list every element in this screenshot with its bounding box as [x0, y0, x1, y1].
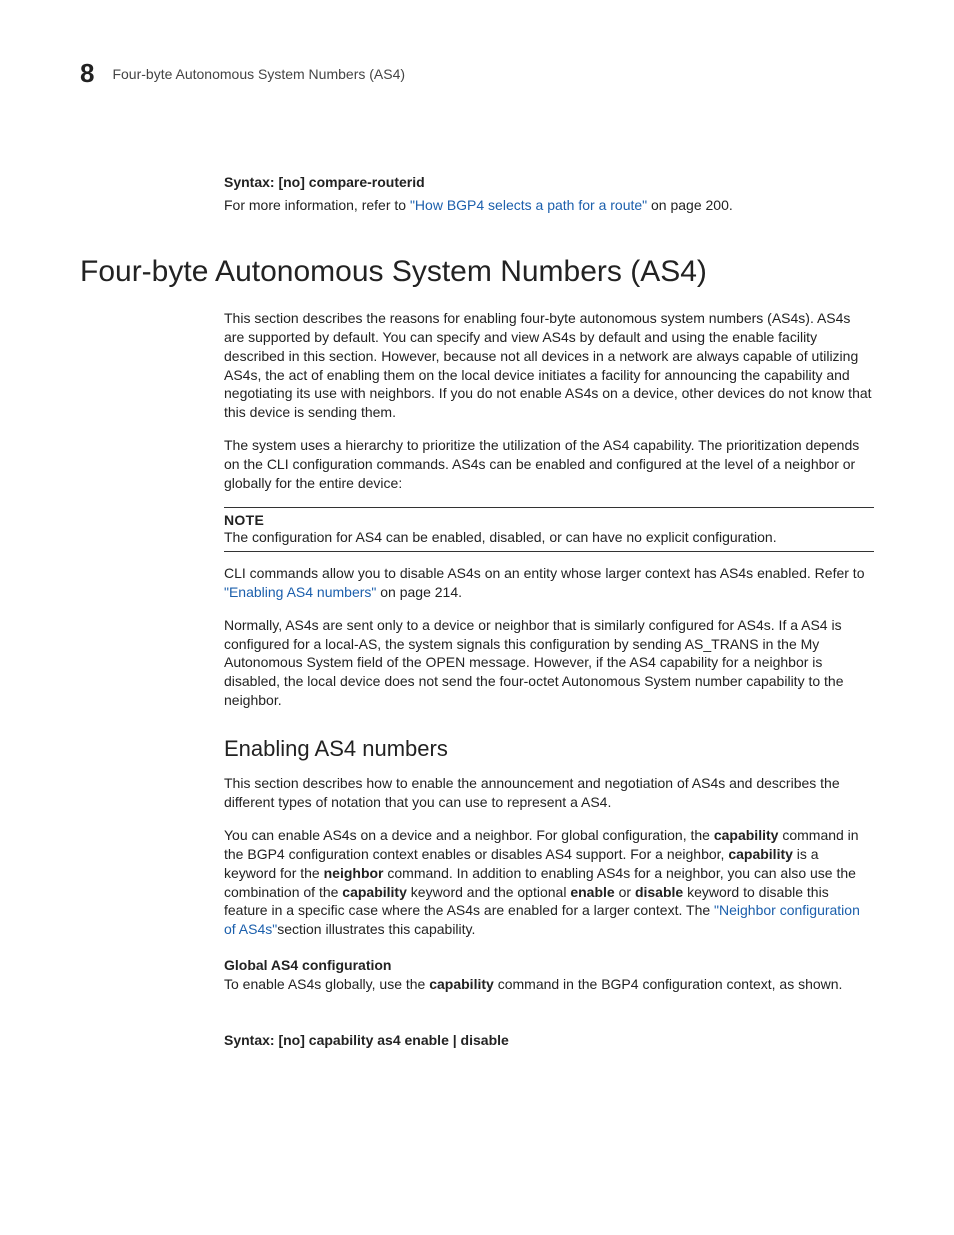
syntax-command: [no] capability as4 enable | disable — [278, 1032, 508, 1048]
syntax-command: [no] compare-routerid — [278, 174, 424, 190]
text-fragment: For more information, refer to — [224, 197, 410, 213]
keyword-capability: capability — [728, 846, 793, 862]
syntax-line-top: Syntax: [no] compare-routerid — [224, 174, 874, 190]
syntax-line-bottom: Syntax: [no] capability as4 enable | dis… — [224, 1032, 874, 1048]
paragraph: You can enable AS4s on a device and a ne… — [224, 826, 874, 939]
keyword-capability: capability — [429, 976, 494, 992]
text-fragment: command in the BGP4 configuration contex… — [494, 976, 843, 992]
syntax-label: Syntax: — [224, 1032, 275, 1048]
paragraph: This section describes the reasons for e… — [224, 309, 874, 422]
paragraph: Normally, AS4s are sent only to a device… — [224, 616, 874, 710]
keyword-disable: disable — [635, 884, 683, 900]
text-fragment: on page 214. — [376, 584, 462, 600]
text-fragment: or — [615, 884, 635, 900]
subsection-heading-enabling-as4: Enabling AS4 numbers — [224, 736, 874, 762]
keyword-enable: enable — [570, 884, 614, 900]
keyword-capability: capability — [714, 827, 779, 843]
note-text: The configuration for AS4 can be enabled… — [224, 529, 777, 545]
document-page: 8 Four-byte Autonomous System Numbers (A… — [0, 0, 954, 1235]
text-fragment: You can enable AS4s on a device and a ne… — [224, 827, 714, 843]
note-block: NOTE The configuration for AS4 can be en… — [224, 507, 874, 552]
text-fragment: keyword and the optional — [407, 884, 570, 900]
paragraph-reference: For more information, refer to "How BGP4… — [224, 196, 874, 215]
section-heading-as4: Four-byte Autonomous System Numbers (AS4… — [80, 255, 874, 289]
paragraph: The system uses a hierarchy to prioritiz… — [224, 436, 874, 493]
syntax-label: Syntax: — [224, 174, 275, 190]
keyword-capability: capability — [342, 884, 407, 900]
keyword-neighbor: neighbor — [324, 865, 384, 881]
cross-reference-link[interactable]: "Enabling AS4 numbers" — [224, 584, 376, 600]
paragraph: To enable AS4s globally, use the capabil… — [224, 975, 874, 994]
spacer — [224, 1008, 874, 1032]
page-content: Syntax: [no] compare-routerid For more i… — [224, 174, 874, 1048]
running-head: Four-byte Autonomous System Numbers (AS4… — [112, 66, 405, 82]
cross-reference-link[interactable]: "How BGP4 selects a path for a route" — [410, 197, 647, 213]
text-fragment: on page 200. — [647, 197, 733, 213]
text-fragment: section illustrates this capability. — [277, 921, 475, 937]
sub-sub-heading-global-as4: Global AS4 configuration — [224, 957, 874, 973]
paragraph: CLI commands allow you to disable AS4s o… — [224, 564, 874, 602]
text-fragment: CLI commands allow you to disable AS4s o… — [224, 565, 864, 581]
page-header: 8 Four-byte Autonomous System Numbers (A… — [80, 58, 874, 89]
text-fragment: To enable AS4s globally, use the — [224, 976, 429, 992]
paragraph: This section describes how to enable the… — [224, 774, 874, 812]
chapter-number: 8 — [80, 58, 94, 89]
note-label: NOTE — [224, 512, 874, 528]
